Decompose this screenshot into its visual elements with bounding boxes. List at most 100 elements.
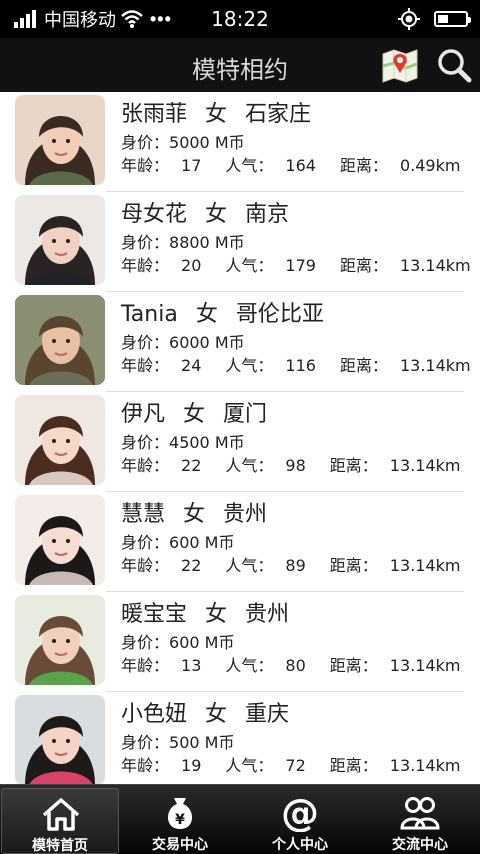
model-info: 母女花女南京 身价：8800 M币 年龄： 20 人气： 179 距离： 13.14km (121, 200, 480, 277)
tab-community-center[interactable]: 交流中心 (361, 788, 479, 854)
popularity-label: 人气： (225, 356, 274, 375)
svg-text:@: @ (281, 794, 319, 832)
popularity-label: 人气： (225, 656, 274, 675)
model-popularity: 89 (285, 556, 306, 575)
status-bar: 中国移动 ••• 18:22 (0, 0, 480, 38)
tab-label: 模特首页 (32, 838, 88, 854)
model-avatar[interactable] (15, 695, 105, 784)
model-distance: 13.14km (389, 556, 461, 575)
tab-model-home[interactable]: 模特首页 (1, 788, 119, 854)
model-list-item[interactable]: 小色妞女重庆 身价：500 M币 年龄： 19 人气： 72 距离： 13.14km (0, 692, 480, 784)
distance-label: 距离： (339, 156, 388, 175)
model-list[interactable]: 张雨菲女石家庄 身价：5000 M币 年龄： 17 人气： 164 距离： 0.49km 母女花… (0, 92, 480, 784)
model-info: Tania 女哥伦比亚 身价：6000 M币 年龄： 24 人气： 116 距离： 13.14k… (121, 300, 480, 377)
model-price: 6000 M币 (169, 333, 245, 352)
model-stats-line: 年龄： 19 人气： 72 距离： 13.14km (121, 754, 480, 777)
model-list-item[interactable]: Tania 女哥伦比亚 身价：6000 M币 年龄： 24 人气： 116 距离： 13.14k… (0, 292, 480, 392)
model-age: 22 (181, 456, 202, 475)
model-avatar[interactable] (15, 195, 105, 285)
model-stats-line: 年龄： 17 人气： 164 距离： 0.49km (121, 154, 480, 177)
model-price: 600 M币 (169, 633, 235, 652)
model-title-line: 伊凡女厦门 (121, 400, 480, 430)
model-list-item[interactable]: 暖宝宝女贵州 身价：600 M币 年龄： 13 人气： 80 距离： 13.14km (0, 592, 480, 692)
model-stats-line: 年龄： 20 人气： 179 距离： 13.14km (121, 254, 480, 277)
model-popularity: 72 (285, 756, 306, 775)
age-label: 年龄： (121, 656, 170, 675)
age-label: 年龄： (121, 356, 170, 375)
model-name: 慧慧 (121, 502, 166, 527)
at-sign-icon: @ (281, 794, 319, 832)
tab-label: 个人中心 (272, 837, 328, 853)
model-age: 22 (181, 556, 202, 575)
model-price-line: 身价：600 M币 (121, 531, 480, 554)
model-avatar[interactable] (15, 395, 105, 485)
svg-text:¥: ¥ (175, 812, 185, 828)
model-stats-line: 年龄： 13 人气： 80 距离： 13.14km (121, 654, 480, 677)
model-city: 石家庄 (245, 102, 312, 127)
price-label: 身价： (121, 533, 170, 552)
model-city: 厦门 (223, 402, 268, 427)
avatar-photo-icon (15, 295, 105, 385)
model-avatar[interactable] (15, 495, 105, 585)
model-info: 伊凡女厦门 身价：4500 M币 年龄： 22 人气： 98 距离： 13.14km (121, 400, 480, 477)
distance-label: 距离： (339, 256, 388, 275)
model-name: 母女花 (121, 202, 188, 227)
model-age: 24 (181, 356, 202, 375)
price-label: 身价： (121, 633, 170, 652)
price-label: 身价： (121, 233, 170, 252)
price-label: 身价： (121, 433, 170, 452)
model-popularity: 179 (285, 256, 316, 275)
model-list-item[interactable]: 慧慧女贵州 身价：600 M币 年龄： 22 人气： 89 距离： 13.14km (0, 492, 480, 592)
model-title-line: 暖宝宝女贵州 (121, 600, 480, 630)
model-popularity: 164 (285, 156, 316, 175)
avatar-photo-icon (15, 395, 105, 485)
model-price: 8800 M币 (169, 233, 245, 252)
model-name: 伊凡 (121, 402, 166, 427)
model-age: 17 (181, 156, 202, 175)
model-gender: 女 (205, 702, 228, 727)
model-list-item[interactable]: 张雨菲女石家庄 身价：5000 M币 年龄： 17 人气： 164 距离： 0.49km (0, 92, 480, 192)
model-avatar[interactable] (15, 95, 105, 185)
model-popularity: 116 (285, 356, 316, 375)
model-gender: 女 (205, 202, 228, 227)
distance-label: 距离： (329, 656, 378, 675)
model-info: 小色妞女重庆 身价：500 M币 年龄： 19 人气： 72 距离： 13.14km (121, 700, 480, 777)
avatar-photo-icon (15, 595, 105, 685)
model-gender: 女 (183, 402, 206, 427)
model-price-line: 身价：8800 M币 (121, 231, 480, 254)
model-gender: 女 (205, 602, 228, 627)
avatar-photo-icon (15, 495, 105, 585)
model-title-line: Tania 女哥伦比亚 (121, 300, 480, 330)
distance-label: 距离： (329, 756, 378, 775)
model-price-line: 身价：5000 M币 (121, 131, 480, 154)
age-label: 年龄： (121, 756, 170, 775)
map-button[interactable] (380, 46, 420, 84)
tab-label: 交流中心 (392, 837, 448, 853)
model-city: 重庆 (245, 702, 290, 727)
model-list-item[interactable]: 母女花女南京 身价：8800 M币 年龄： 20 人气： 179 距离： 13.14km (0, 192, 480, 292)
location-services-icon (398, 8, 420, 30)
map-icon (382, 49, 418, 83)
model-name: Tania (121, 302, 178, 327)
model-gender: 女 (183, 502, 206, 527)
model-price-line: 身价：600 M币 (121, 631, 480, 654)
age-label: 年龄： (121, 256, 170, 275)
search-button[interactable] (434, 46, 474, 84)
model-city: 贵州 (223, 502, 268, 527)
model-name: 小色妞 (121, 702, 188, 727)
model-distance: 13.14km (399, 356, 471, 375)
popularity-label: 人气： (225, 456, 274, 475)
tab-trade-center[interactable]: ¥ 交易中心 (121, 788, 239, 854)
battery-level (438, 15, 448, 23)
model-age: 13 (181, 656, 202, 675)
model-list-item[interactable]: 伊凡女厦门 身价：4500 M币 年龄： 22 人气： 98 距离： 13.14km (0, 392, 480, 492)
model-avatar[interactable] (15, 595, 105, 685)
age-label: 年龄： (121, 456, 170, 475)
tab-personal-center[interactable]: @ 个人中心 (241, 788, 359, 854)
model-distance: 13.14km (399, 256, 471, 275)
popularity-label: 人气： (225, 756, 274, 775)
model-price-line: 身价：4500 M币 (121, 431, 480, 454)
community-icon (400, 797, 440, 830)
model-avatar[interactable] (15, 295, 105, 385)
bottom-tab-bar: 模特首页 ¥ 交易中心 @ 个人中心 交流中心 (0, 784, 480, 854)
